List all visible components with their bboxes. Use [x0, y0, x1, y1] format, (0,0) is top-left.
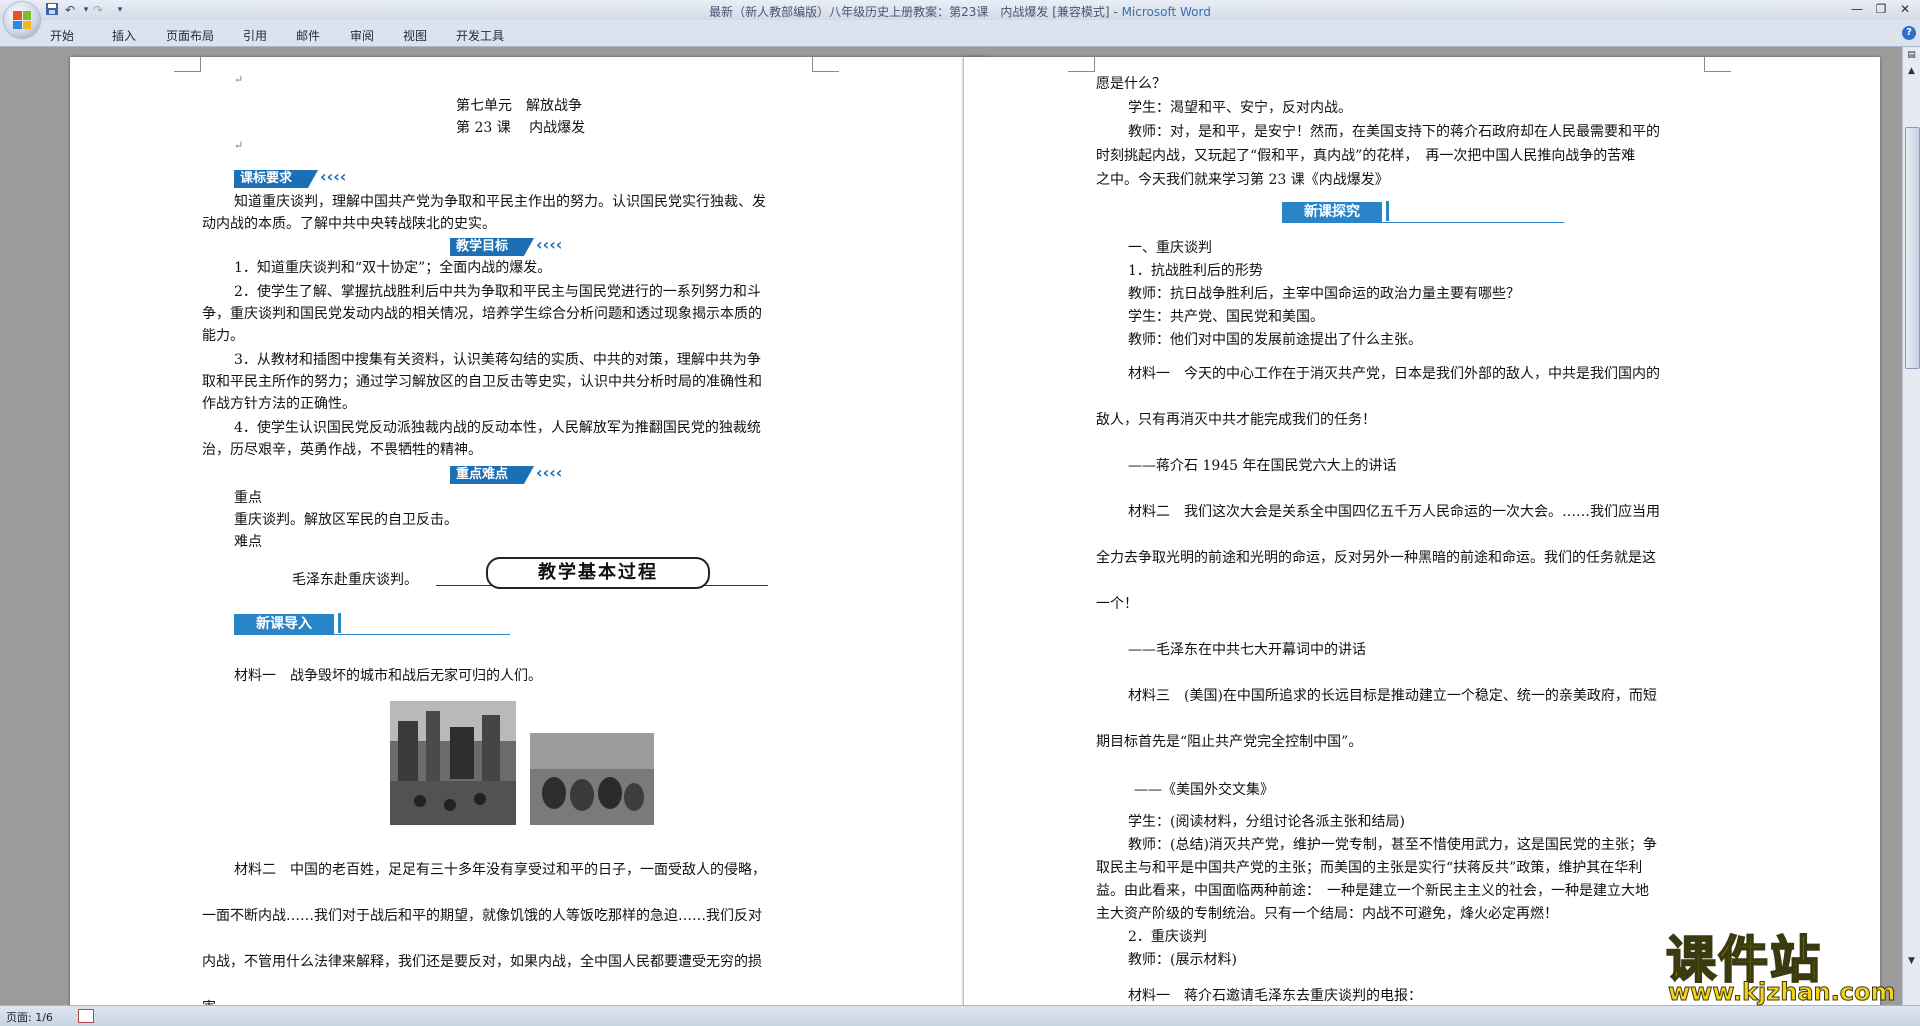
banner-requirements: 课标要求 ‹‹‹‹ — [234, 167, 346, 188]
goal-item: 3．从教材和插图中搜集有关资料，认识美蒋勾结的实质、中共的对策，理解中共为争 — [234, 352, 761, 368]
explore-section-head: 新课探究 — [1282, 201, 1564, 223]
help-icon[interactable]: ? — [1902, 26, 1916, 40]
text-line: 教师：对，是和平，是安宁！然而，在美国支持下的蒋介石政府却在人民最需要和平的 — [1128, 124, 1660, 140]
text-line: ——蒋介石 1945 年在国民党六大上的讲话 — [1128, 458, 1397, 474]
text-line: 材料一 今天的中心工作在于消灭共产党，日本是我们外部的敌人，中共是我们国内的 — [1128, 366, 1660, 382]
banner-goals: 教学目标 ‹‹‹‹ — [450, 235, 562, 256]
title-bar: ↶ ▾ ↷ ▾ 最新（新人教部编版）八年级历史上册教案：第23课 内战爆发 [兼… — [0, 0, 1920, 38]
window-title: 最新（新人教部编版）八年级历史上册教案：第23课 内战爆发 [兼容模式] - M… — [709, 5, 1211, 19]
material-two: 内战，不管用什么法律来解释，我们还是要反对，如果内战，全中国人民都要遭受无穷的损 — [202, 954, 762, 970]
text-line: 学生：渴望和平、安宁，反对内战。 — [1128, 100, 1352, 116]
text-line: 学生：(阅读材料，分组讨论各派主张和结局) — [1128, 814, 1405, 830]
text-line: 全力去争取光明的前途和光明的命运，反对另外一种黑暗的前途和命运。我们的任务就是这 — [1096, 550, 1656, 566]
tab-view[interactable]: 视图 — [403, 27, 427, 44]
restore-icon[interactable]: ❐ — [1872, 2, 1890, 16]
text-line: 一、重庆谈判 — [1128, 240, 1212, 256]
text-line: 之中。今天我们就来学习第 23 课《内战爆发》 — [1096, 172, 1389, 188]
goal-item: 治，历尽艰辛，英勇作战，不畏牺牲的精神。 — [202, 442, 482, 458]
paragraph-mark: ↵ — [234, 73, 244, 86]
crop-mark — [174, 57, 201, 72]
proofing-icon[interactable] — [78, 1009, 94, 1023]
goal-item: 取和平民主所作的努力；通过学习解放区的自卫反击等史实，认识中共分析时局的准确性和 — [202, 374, 762, 390]
tab-home[interactable]: 开始 — [50, 27, 74, 44]
office-logo-icon — [13, 11, 31, 29]
tab-mailings[interactable]: 邮件 — [296, 27, 320, 44]
text-line: 材料一 蒋介石邀请毛泽东去重庆谈判的电报： — [1128, 988, 1422, 1004]
goal-item: 争，重庆谈判和国民党发动内战的相关情况，培养学生综合分析问题和透过现象揭示本质的 — [202, 306, 762, 322]
scroll-up-icon[interactable]: ▲ — [1905, 65, 1918, 78]
text-line: 1．抗战胜利后的形势 — [1128, 263, 1263, 279]
text-line: 教师：抗日战争胜利后，主宰中国命运的政治力量主要有哪些？ — [1128, 286, 1520, 302]
requirements-line: 知道重庆谈判，理解中国共产党为争取和平民主作出的努力。认识国民党实行独裁、发 — [234, 194, 766, 210]
minimize-icon[interactable]: — — [1848, 2, 1866, 16]
intro-section-head: 新课导入 — [234, 613, 510, 635]
text-line: 愿是什么？ — [1096, 76, 1166, 92]
text-line: ——毛泽东在中共七大开幕词中的讲话 — [1128, 642, 1366, 658]
text-line: 教师：(展示材料) — [1128, 952, 1237, 968]
difficult-text: 毛泽东赴重庆谈判。 — [292, 572, 418, 588]
crop-mark — [1068, 57, 1095, 72]
text-line: 期目标首先是“阻止共产党完全控制中国”。 — [1096, 734, 1363, 750]
page-right: 愿是什么？ 学生：渴望和平、安宁，反对内战。 教师：对，是和平，是安宁！然而，在… — [964, 57, 1880, 1005]
office-button[interactable] — [4, 2, 40, 38]
text-line: 教师：他们对中国的发展前途提出了什么主张。 — [1128, 332, 1422, 348]
text-line: 2．重庆谈判 — [1128, 929, 1207, 945]
text-line: 敌人，只有再消灭中共才能完成我们的任务！ — [1096, 412, 1376, 428]
material-two: 材料二 中国的老百姓，足足有三十多年没有享受过和平的日子，一面受敌人的侵略， — [234, 862, 766, 878]
scroll-thumb[interactable] — [1905, 127, 1920, 369]
tab-insert[interactable]: 插入 — [112, 27, 136, 44]
page-indicator[interactable]: 页面: 1/6 — [6, 1009, 53, 1025]
process-banner: 教学基本过程 — [436, 555, 768, 589]
text-line: 取民主与和平是中国共产党的主张；而美国的主张是实行“扶蒋反共”政策，维护其在华利 — [1096, 860, 1643, 876]
crop-mark — [812, 57, 839, 72]
scroll-down-icon[interactable]: ▼ — [1905, 955, 1918, 968]
tab-references[interactable]: 引用 — [243, 27, 267, 44]
text-line: 益。由此看来，中国面临两种前途： 一种是建立一个新民主主义的社会，一种是建立大地 — [1096, 883, 1649, 899]
difficult-label: 难点 — [234, 534, 262, 550]
banner-key-points: 重点难点 ‹‹‹‹ — [450, 463, 562, 484]
text-line: 主大资产阶级的专制统治。只有一个结局：内战不可避免，烽火必定再燃！ — [1096, 906, 1558, 922]
page-left: ↵ 第七单元 解放战争 第 23 课 内战爆发 ↵ 课标要求 ‹‹‹‹ 知道重庆谈… — [70, 57, 986, 1005]
text-line: 一个！ — [1096, 596, 1138, 612]
unit-title: 第七单元 解放战争 — [456, 98, 582, 114]
watermark-logo: 课件站 www.kjzhan.com — [1665, 930, 1896, 1007]
goal-item: 作战方针方法的正确性。 — [202, 396, 356, 412]
text-line: ——《美国外交文集》 — [1134, 782, 1274, 798]
homeless-people-photo — [530, 733, 654, 825]
goal-item: 1．知道重庆谈判和“双十协定”；全面内战的爆发。 — [234, 260, 552, 276]
crop-mark — [1704, 57, 1731, 72]
text-line: 材料三 (美国)在中国所追求的长远目标是推动建立一个稳定、统一的亲美政府，而短 — [1128, 688, 1657, 704]
paragraph-mark: ↵ — [234, 139, 244, 152]
tab-developer[interactable]: 开发工具 — [456, 27, 504, 44]
goal-item: 4．使学生认识国民党反动派独裁内战的反动本性，人民解放军为推翻国民党的独裁统 — [234, 420, 761, 436]
tab-page-layout[interactable]: 页面布局 — [166, 27, 214, 44]
goal-item: 能力。 — [202, 328, 244, 344]
key-label: 重点 — [234, 490, 262, 506]
text-line: 时刻挑起内战，又玩起了“假和平，真内战”的花样， 再一次把中国人民推向战争的苦难 — [1096, 148, 1636, 164]
ribbon-tab-bar: 开始 插入 页面布局 引用 邮件 审阅 视图 开发工具 ? — [0, 20, 1920, 47]
war-ruins-photo — [390, 701, 516, 825]
lesson-title: 第 23 课 内战爆发 — [456, 120, 586, 136]
goal-item: 2．使学生了解、掌握抗战胜利后中共为争取和平民主与国民党进行的一系列努力和斗 — [234, 284, 761, 300]
material-two: 一面不断内战……我们对于战后和平的期望，就像饥饿的人等饭吃那样的急迫……我们反对 — [202, 908, 762, 924]
document-workspace: ↵ 第七单元 解放战争 第 23 课 内战爆发 ↵ 课标要求 ‹‹‹‹ 知道重庆谈… — [0, 47, 1902, 1005]
close-icon[interactable]: ✕ — [1896, 2, 1914, 16]
material-two: 害…… — [202, 997, 244, 1005]
tab-review[interactable]: 审阅 — [350, 27, 374, 44]
key-text: 重庆谈判。解放区军民的自卫反击。 — [234, 512, 458, 528]
requirements-line: 动内战的本质。了解中共中央转战陕北的史实。 — [202, 216, 496, 232]
text-line: 学生：共产党、国民党和美国。 — [1128, 309, 1324, 325]
text-line: 教师：(总结)消灭共产党，维护一党专制，甚至不惜使用武力，这是国民党的主张；争 — [1128, 837, 1657, 853]
material-one: 材料一 战争毁坏的城市和战后无家可归的人们。 — [234, 668, 542, 684]
ruler-toggle-icon[interactable]: ▤ — [1905, 49, 1918, 62]
status-bar: 页面: 1/6 — [0, 1005, 1920, 1026]
text-line: 材料二 我们这次大会是关系全中国四亿五千万人民命运的一次大会。……我们应当用 — [1128, 504, 1660, 520]
vertical-scrollbar[interactable]: ▤ ▲ ▼ — [1902, 47, 1920, 1005]
